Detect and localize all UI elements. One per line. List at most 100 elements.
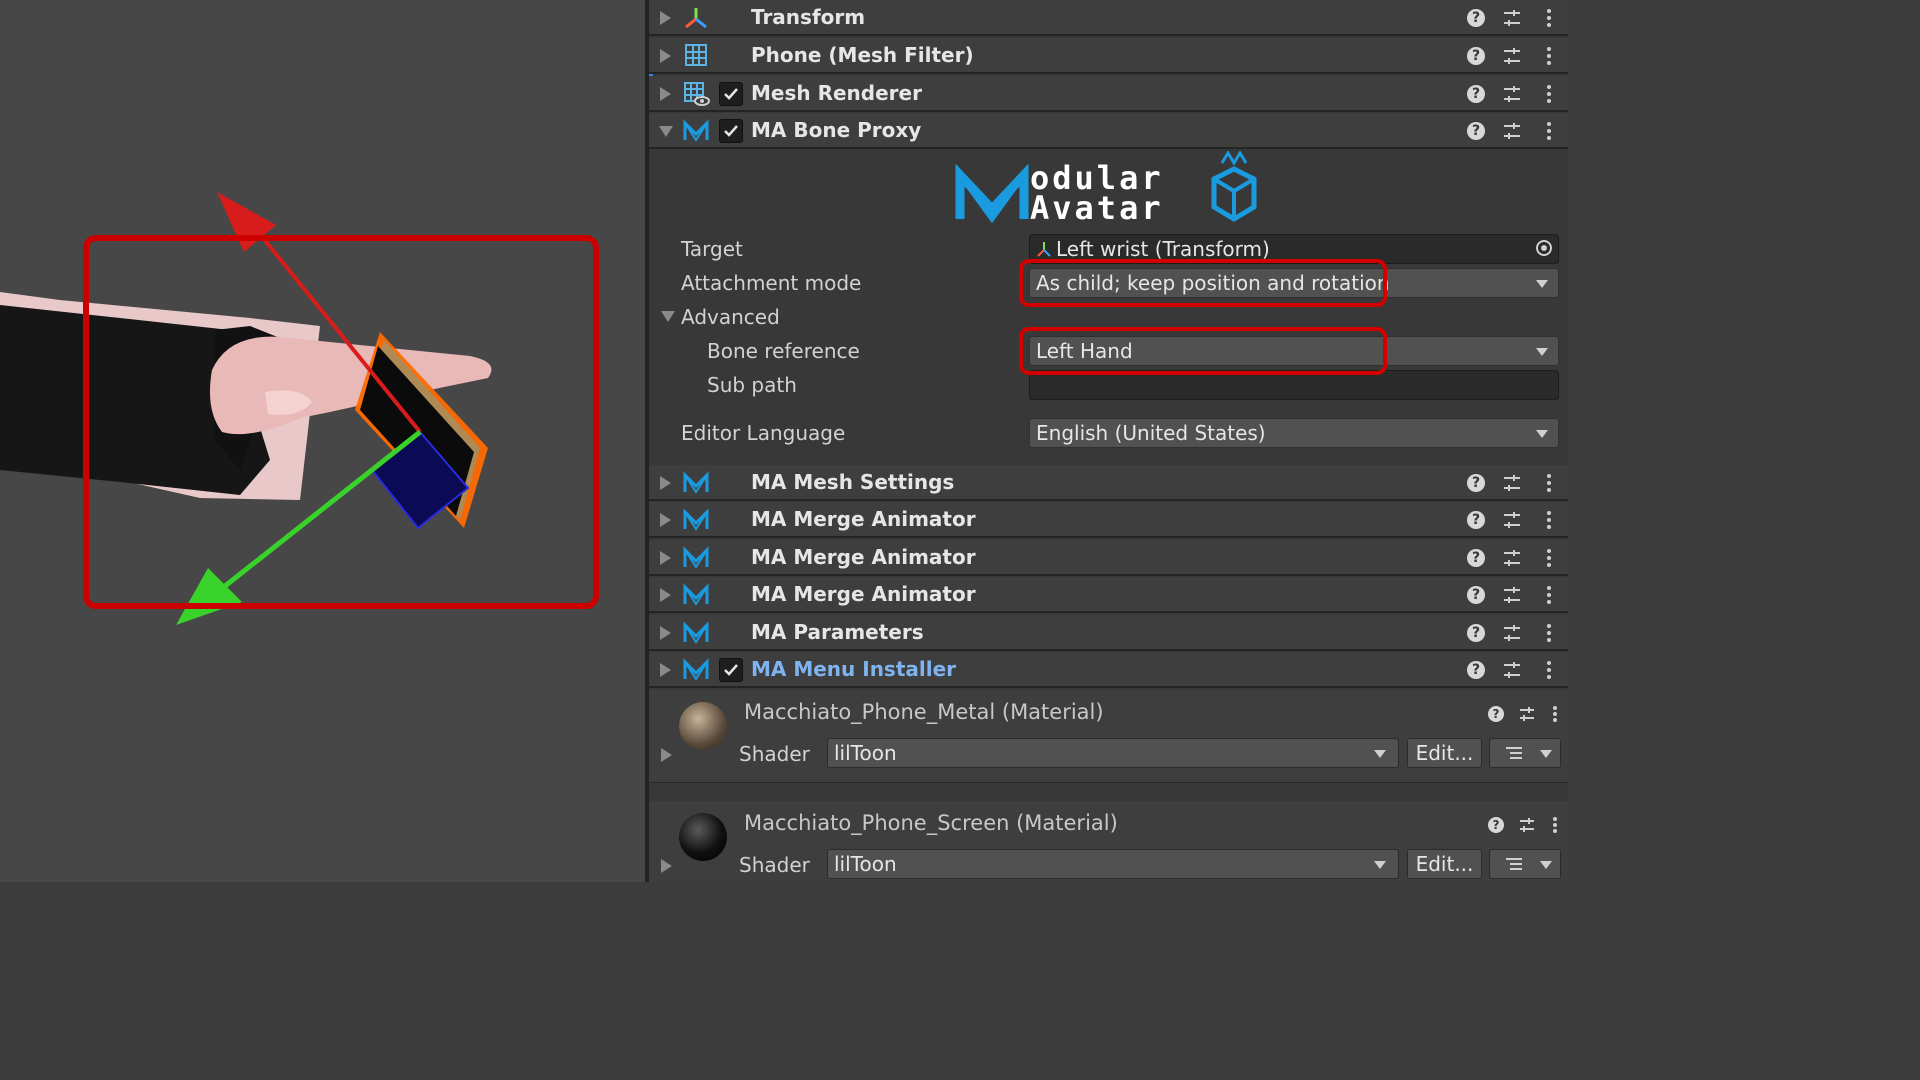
foldout-arrow[interactable] [660,49,671,63]
help-icon[interactable]: ? [1467,661,1485,679]
preset-icon[interactable] [1518,816,1536,834]
preset-icon[interactable] [1502,623,1522,643]
component-title: Transform [751,5,866,29]
help-icon[interactable]: ? [1467,586,1485,604]
help-icon[interactable]: ? [1467,624,1485,642]
help-icon[interactable]: ? [1488,706,1504,722]
kebab-menu-icon[interactable] [1546,660,1552,680]
chevron-down-icon [1536,348,1548,356]
help-icon[interactable]: ? [1467,549,1485,567]
foldout-arrow[interactable] [661,748,672,762]
component-ma-menu-installer[interactable]: MA Menu Installer ? [649,652,1568,688]
foldout-arrow[interactable] [661,859,672,873]
target-label: Target [681,237,743,261]
kebab-menu-icon[interactable] [1546,84,1552,104]
material-section-metal: Macchiato_Phone_Metal (Material) ? Shade… [649,690,1568,782]
kebab-menu-icon[interactable] [1552,816,1558,834]
ma-icon [683,508,709,531]
ma-icon [683,119,709,142]
bone-proxy-body: odular Avatar Target Left wrist (Transfo… [649,149,1568,463]
chevron-down-icon [1536,430,1548,438]
kebab-menu-icon[interactable] [1546,623,1552,643]
preset-icon[interactable] [1502,510,1522,530]
chevron-down-icon [1536,280,1548,288]
component-ma-merge-animator[interactable]: MA Merge Animator ? [649,577,1568,613]
edit-shader-button[interactable]: Edit... [1407,738,1482,768]
component-title: MA Merge Animator [751,507,976,531]
ma-logo-icon [955,163,1029,224]
kebab-menu-icon[interactable] [1546,585,1552,605]
scene-viewport[interactable] [0,0,648,882]
attachment-mode-label: Attachment mode [681,271,862,295]
component-mesh-renderer[interactable]: Mesh Renderer ? [649,76,1568,112]
kebab-menu-icon[interactable] [1552,705,1558,723]
foldout-arrow[interactable] [660,551,671,565]
enable-checkbox[interactable] [719,82,743,106]
foldout-arrow[interactable] [660,588,671,602]
component-ma-mesh-settings[interactable]: MA Mesh Settings ? [649,465,1568,501]
foldout-arrow[interactable] [660,663,671,677]
foldout-arrow[interactable] [660,11,671,25]
help-icon[interactable]: ? [1467,474,1485,492]
foldout-arrow[interactable] [659,126,673,137]
component-ma-bone-proxy[interactable]: MA Bone Proxy ? [649,113,1568,149]
ma-icon [683,583,709,606]
material-section-screen: Macchiato_Phone_Screen (Material) ? Shad… [649,801,1568,882]
shader-dropdown[interactable]: lilToon [827,849,1399,879]
foldout-arrow[interactable] [660,476,671,490]
enable-checkbox[interactable] [719,658,743,682]
component-title: MA Merge Animator [751,582,976,606]
preset-icon[interactable] [1518,705,1536,723]
preset-icon[interactable] [1502,84,1522,104]
shader-dropdown[interactable]: lilToon [827,738,1399,768]
kebab-menu-icon[interactable] [1546,8,1552,28]
enable-checkbox[interactable] [719,119,743,143]
kebab-menu-icon[interactable] [1546,510,1552,530]
component-title: MA Parameters [751,620,924,644]
component-title: MA Mesh Settings [751,470,955,494]
advanced-foldout[interactable]: Advanced [681,305,780,329]
help-icon[interactable]: ? [1467,122,1485,140]
preset-icon[interactable] [1502,473,1522,493]
object-picker-icon[interactable] [1536,240,1552,256]
kebab-menu-icon[interactable] [1546,548,1552,568]
sub-path-label: Sub path [707,373,797,397]
help-icon[interactable]: ? [1467,85,1485,103]
ma-icon [683,471,709,494]
box-icon [1211,151,1257,222]
component-transform[interactable]: Transform ? [649,0,1568,36]
kebab-menu-icon[interactable] [1546,473,1552,493]
shader-options-button[interactable] [1489,738,1561,768]
component-ma-parameters[interactable]: MA Parameters ? [649,615,1568,651]
component-ma-merge-animator[interactable]: MA Merge Animator ? [649,540,1568,576]
kebab-menu-icon[interactable] [1546,46,1552,66]
shader-value: lilToon [834,852,897,876]
help-icon[interactable]: ? [1488,817,1504,833]
component-mesh-filter[interactable]: Phone (Mesh Filter) ? [649,38,1568,74]
shader-options-button[interactable] [1489,849,1561,879]
component-ma-merge-animator[interactable]: MA Merge Animator ? [649,502,1568,538]
foldout-arrow[interactable] [660,626,671,640]
kebab-menu-icon[interactable] [1546,121,1552,141]
component-title: MA Menu Installer [751,657,957,681]
preset-icon[interactable] [1502,585,1522,605]
help-icon[interactable]: ? [1467,9,1485,27]
foldout-arrow[interactable] [660,513,671,527]
preset-icon[interactable] [1502,46,1522,66]
preset-icon[interactable] [1502,121,1522,141]
preset-icon[interactable] [1502,548,1522,568]
advanced-foldout-arrow[interactable] [661,311,675,322]
help-icon[interactable]: ? [1467,511,1485,529]
preset-icon[interactable] [1502,8,1522,28]
preset-icon[interactable] [1502,660,1522,680]
foldout-arrow[interactable] [660,87,671,101]
editor-language-dropdown[interactable]: English (United States) [1029,418,1559,448]
material-title: Macchiato_Phone_Metal (Material) [744,700,1104,724]
edit-shader-button[interactable]: Edit... [1407,849,1482,879]
chevron-down-icon [1374,861,1386,869]
component-title: Mesh Renderer [751,81,922,105]
mesh-filter-icon [685,44,707,66]
help-icon[interactable]: ? [1467,47,1485,65]
material-title: Macchiato_Phone_Screen (Material) [744,811,1118,835]
material-preview [679,813,727,861]
